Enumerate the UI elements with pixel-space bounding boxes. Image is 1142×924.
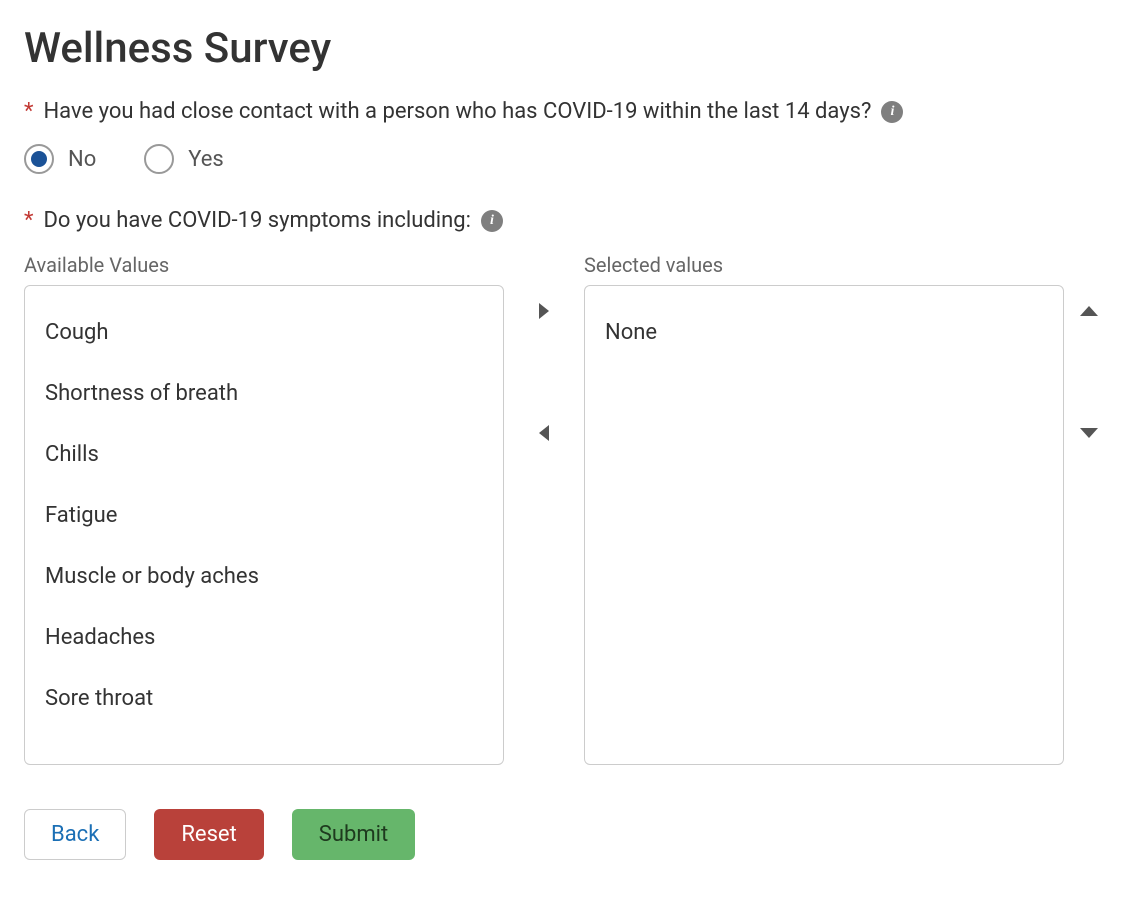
form-buttons: Back Reset Submit [24, 809, 1118, 860]
move-left-button[interactable] [526, 415, 562, 451]
list-item[interactable]: Fatigue [45, 485, 483, 546]
reset-button[interactable]: Reset [154, 809, 263, 860]
required-asterisk: * [24, 101, 33, 123]
caret-down-icon [1078, 426, 1100, 440]
radio-label-yes: Yes [188, 147, 224, 172]
caret-up-icon [1078, 304, 1100, 318]
page-title: Wellness Survey [24, 24, 1118, 73]
list-item[interactable]: Headaches [45, 607, 483, 668]
question-symptoms: * Do you have COVID-19 symptoms includin… [24, 208, 1118, 233]
question-symptoms-text: Do you have COVID-19 symptoms including: [43, 208, 470, 233]
move-right-button[interactable] [526, 293, 562, 329]
caret-right-icon [536, 301, 552, 321]
question-contact-text: Have you had close contact with a person… [43, 99, 871, 124]
move-buttons [504, 285, 584, 765]
selected-values-label: Selected values [584, 253, 1064, 277]
list-item[interactable]: Shortness of breath [45, 363, 483, 424]
move-up-button[interactable] [1071, 293, 1107, 329]
radio-circle-yes [144, 144, 174, 174]
list-item[interactable]: Muscle or body aches [45, 546, 483, 607]
required-asterisk: * [24, 210, 33, 232]
question-contact: * Have you had close contact with a pers… [24, 99, 1118, 124]
available-values-label: Available Values [24, 253, 504, 277]
order-buttons [1064, 285, 1114, 765]
submit-button[interactable]: Submit [292, 809, 415, 860]
radio-option-yes[interactable]: Yes [144, 144, 224, 174]
caret-left-icon [536, 423, 552, 443]
radio-circle-no [24, 144, 54, 174]
info-icon[interactable]: i [881, 101, 903, 123]
back-button[interactable]: Back [24, 809, 126, 860]
contact-radio-group: No Yes [24, 144, 1118, 174]
list-item[interactable]: Cough [45, 302, 483, 363]
radio-option-no[interactable]: No [24, 144, 96, 174]
list-item[interactable]: Sore throat [45, 668, 483, 729]
radio-label-no: No [68, 147, 96, 172]
list-item[interactable]: None [605, 302, 1043, 363]
available-values-listbox[interactable]: Cough Shortness of breath Chills Fatigue… [24, 285, 504, 765]
dual-list: Cough Shortness of breath Chills Fatigue… [24, 285, 1118, 765]
list-item[interactable]: Chills [45, 424, 483, 485]
info-icon[interactable]: i [481, 210, 503, 232]
move-down-button[interactable] [1071, 415, 1107, 451]
dual-list-labels: Available Values Selected values [24, 253, 1118, 285]
selected-values-listbox[interactable]: None [584, 285, 1064, 765]
